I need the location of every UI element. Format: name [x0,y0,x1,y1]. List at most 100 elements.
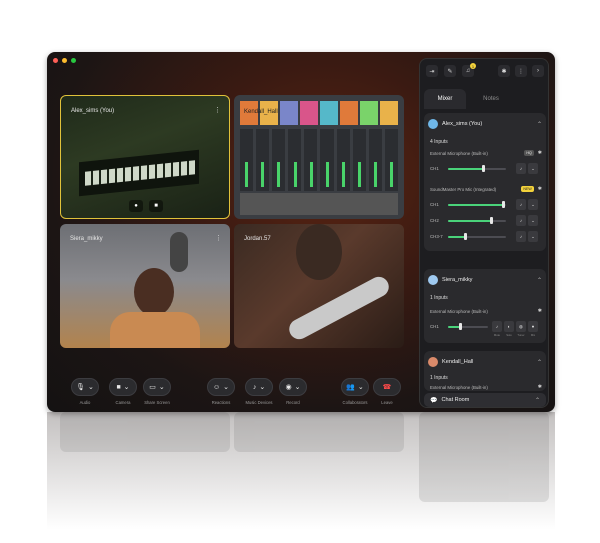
chevron-down-icon[interactable]: ⌄ [528,199,538,210]
share-screen-button[interactable]: ▭ ⌄ [143,378,171,396]
solo-button[interactable]: ◐ [504,321,514,332]
chevron-up-icon[interactable]: ⌃ [535,397,540,404]
more-options-icon[interactable]: ⋮ [215,234,222,242]
audio-label: Audio [79,400,91,405]
chevron-down-icon: ⌄ [223,384,230,391]
mute-button[interactable]: ♪ [516,163,526,174]
volume-slider[interactable] [448,201,506,208]
chevron-up-icon[interactable]: ⌃ [537,277,542,284]
chevron-up-icon[interactable]: ⌃ [537,121,542,128]
card-header[interactable]: Alex_sims (You) ⌃ [428,117,542,131]
reactions-button[interactable]: ☺ ⌄ [207,378,235,396]
user-name: Siera_mikky [442,277,473,283]
screen-share-icon: ▭ [149,384,156,391]
tuner-button[interactable]: ◍ [516,321,526,332]
settings-gear-icon[interactable]: ✱ [538,150,542,156]
leave-button[interactable]: ☎ [373,378,401,396]
pin-icon[interactable]: ✎ [444,65,456,77]
chevron-down-icon: ⌄ [88,384,94,391]
more-options-icon[interactable]: ⋮ [515,65,527,77]
camera-button[interactable]: ■ ⌄ [109,378,137,396]
video-tile-kendall[interactable]: Kendall_Hall [234,95,404,219]
avatar [428,119,438,129]
card-header[interactable]: Kendall_Hall ⌃ [428,355,542,369]
chevron-right-icon[interactable]: › [532,65,544,77]
avatar [428,275,438,285]
card-header[interactable]: Siera_mikky ⌃ [428,273,542,287]
close-window-button[interactable] [53,58,58,63]
participant-name: Alex_sims (You) [71,108,115,114]
avatar [428,357,438,367]
window-controls [53,58,76,63]
emoji-icon: ☺ [212,383,221,391]
studio-mic-image [170,232,188,272]
chevron-up-icon[interactable]: ⌃ [537,359,542,366]
exit-icon[interactable]: ⇥ [426,65,438,77]
device-name: External Microphone (Built-in) [430,384,488,390]
camera-icon: ■ [116,383,121,391]
daw-device-view [240,193,398,215]
chevron-down-icon[interactable]: ⌄ [528,215,538,226]
chevron-down-icon: ⌄ [294,384,301,391]
tab-mixer[interactable]: Mixer [424,89,466,109]
channel-row: CH1 ♪ ⌄ [430,199,542,211]
leave-control: ☎ Leave [373,378,401,405]
channel-row: CH2 ♪ ⌄ [430,215,542,227]
chat-bubble-icon: 💬 [430,397,438,404]
share-screen-control: ▭ ⌄ Share Screen [143,378,171,405]
settings-gear-icon[interactable]: ✱ [538,186,542,192]
settings-gear-icon[interactable]: ✱ [538,308,542,314]
chevron-down-icon: ⌄ [123,384,130,391]
inputs-count: 1 Inputs [430,375,448,381]
chevron-down-icon[interactable]: ⌄ [528,231,538,242]
mute-button[interactable]: ♪ [516,215,526,226]
volume-slider[interactable] [448,323,488,330]
inputs-count: 1 Inputs [430,295,448,301]
settings-gear-icon[interactable]: ✱ [538,384,542,390]
reflection-tile [234,412,404,452]
minimize-window-button[interactable] [62,58,67,63]
video-tile-jordan[interactable]: Jordan.57 [234,224,404,348]
channel-name: CH1 [430,202,439,207]
volume-slider[interactable] [448,233,506,240]
app-window: Alex_sims (You) ⋮ ● ■ Kendall_Hall Siera… [47,52,555,412]
mixer-card-alex: Alex_sims (You) ⌃ 4 Inputs External Micr… [424,113,546,251]
audio-button[interactable]: 🎙 ⌄ [71,378,99,396]
device-name: SoundMaster Pro Mic (Integrated) [430,186,497,192]
more-options-icon[interactable]: ⋮ [214,106,221,114]
maximize-window-button[interactable] [71,58,76,63]
video-tile-alex[interactable]: Alex_sims (You) ⋮ ● ■ [60,95,230,219]
mute-button[interactable]: ♪ [516,231,526,242]
panel-toolbar: ⇥ ✎ ♫ 1 ✱ ⋮ › [420,63,548,79]
settings-gear-icon[interactable]: ✱ [498,65,510,77]
record-control: ◉ ⌄ Record [279,378,307,405]
camera-label: Camera [115,400,131,405]
volume-slider[interactable] [448,165,506,172]
share-screen-label: Share Screen [144,400,170,405]
mixer-card-siera: Siera_mikky ⌃ 1 Inputs External Micropho… [424,269,546,343]
collaborators-button[interactable]: 👥 ⌄ [341,378,369,396]
music-devices-button[interactable]: ♪ ⌄ [245,378,273,396]
mute-button[interactable]: ♪ [516,199,526,210]
daw-mixer-strips [240,129,398,191]
music-note-icon: ♪ [252,383,257,391]
inputs-count: 4 Inputs [430,139,448,145]
notifications-icon[interactable]: ♫ 1 [462,63,476,77]
video-tile-siera[interactable]: Siera_mikky ⋮ [60,224,230,348]
device-row: SoundMaster Pro Mic (Integrated) NEW ✱ [430,185,542,193]
chevron-down-icon[interactable]: ⌄ [528,163,538,174]
mixer-card-kendall: Kendall_Hall ⌃ 1 Inputs External Microph… [424,351,546,391]
mix-button[interactable]: ● [528,321,538,332]
tile-mic-icon[interactable]: ● [129,200,143,212]
record-button[interactable]: ◉ ⌄ [279,378,307,396]
device-row: External Microphone (Built-in) ✱ [430,383,542,391]
mute-button[interactable]: ♪ [492,321,502,332]
tile-camera-icon[interactable]: ■ [149,200,163,212]
camera-control: ■ ⌄ Camera [109,378,137,405]
chat-room-bar[interactable]: 💬 Chat Room ⌃ [424,393,546,407]
tab-notes[interactable]: Notes [466,89,516,109]
microphone-icon: 🎙 [76,384,85,391]
panel-tabs: Mixer Notes [420,89,548,111]
mixer-panel: ⇥ ✎ ♫ 1 ✱ ⋮ › Mixer Notes Alex_sims (You… [419,58,549,408]
volume-slider[interactable] [448,217,506,224]
